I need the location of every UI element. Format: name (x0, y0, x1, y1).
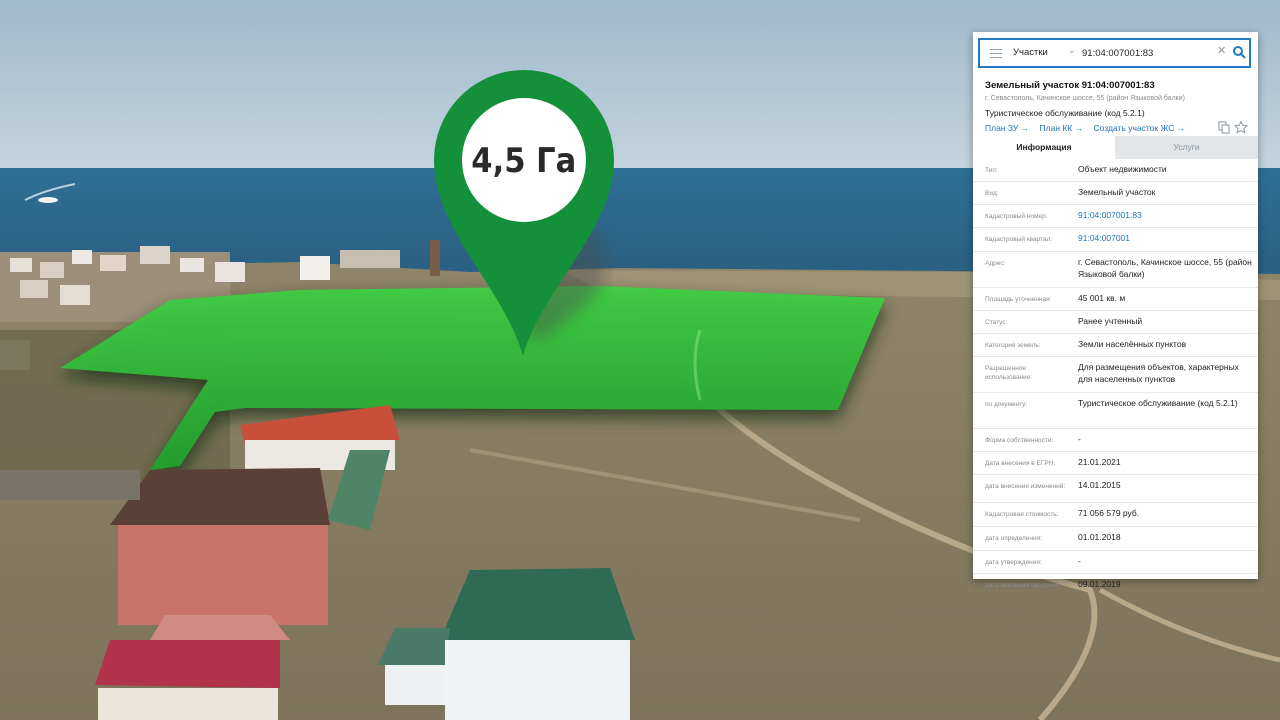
info-row: Разрешенное использование: Для размещени… (973, 357, 1258, 393)
info-row: дата утверждения: - (973, 551, 1258, 574)
object-use: Туристическое обслуживание (код 5.2.1) (985, 108, 1145, 118)
chevron-down-icon[interactable]: ⌄ (1068, 45, 1076, 56)
row-value: Земли населённых пунктов (1078, 339, 1187, 349)
row-label: дата определения: (985, 535, 1042, 542)
row-label: Дата внесения в ЕГРН: (985, 460, 1056, 467)
row-value: - (1078, 556, 1081, 566)
layer-select[interactable]: Участки (1013, 47, 1048, 58)
row-label: по документу: (985, 401, 1028, 408)
info-row: по документу: Туристическое обслуживание… (973, 393, 1258, 429)
row-value: - (1078, 434, 1081, 444)
create-parcel-link[interactable]: Создать участок ЖС → (1094, 123, 1186, 133)
row-label: Тип: (985, 167, 998, 174)
row-label: Адрес: (985, 260, 1006, 267)
object-address: г. Севастополь, Качинское шоссе, 55 (рай… (985, 95, 1185, 102)
row-value: 71 056 579 руб. (1078, 508, 1140, 518)
row-value: 45 001 кв. м (1078, 293, 1126, 303)
search-input[interactable] (1082, 44, 1212, 62)
row-label: Вид: (985, 190, 999, 197)
info-row: Форма собственности: - (973, 429, 1258, 452)
info-row: Площадь уточненная: 45 001 кв. м (973, 288, 1258, 311)
star-icon[interactable] (1233, 120, 1249, 134)
row-value: Туристическое обслуживание (код 5.2.1) (1078, 398, 1238, 408)
object-links: План ЗУ → План КК → Создать участок ЖС → (985, 123, 1193, 133)
row-label: Кадастровый квартал: (985, 236, 1053, 243)
menu-icon[interactable] (990, 49, 1002, 58)
row-value: Ранее учтенный (1078, 316, 1143, 326)
boat (38, 197, 58, 203)
row-label: Статус: (985, 319, 1008, 326)
info-row: Кадастровый номер: 91:04:007001:83 (973, 205, 1258, 228)
info-row: Категория земель: Земли населённых пункт… (973, 334, 1258, 357)
row-value: Объект недвижимости (1078, 164, 1167, 174)
info-row: Кадастровая стоимость: 71 056 579 руб. (973, 503, 1258, 527)
info-row: Тип: Объект недвижимости (973, 159, 1258, 182)
search-icon[interactable] (1232, 45, 1246, 59)
object-actions (1218, 120, 1249, 134)
info-row: дата внесения изменений: 14.01.2015 (973, 475, 1258, 503)
copy-icon[interactable] (1218, 121, 1230, 134)
row-label: Форма собственности: (985, 437, 1054, 444)
info-row: дата внесения сведений: 09.01.2019 (973, 574, 1258, 596)
row-label: Разрешенное использование: (985, 365, 1033, 381)
row-label: дата внесения сведений: (985, 582, 1061, 589)
row-value: Для размещения объектов, характерных для… (1078, 362, 1239, 384)
row-label: дата утверждения: (985, 559, 1042, 566)
tab-information[interactable]: Информация (973, 136, 1115, 159)
row-label: Кадастровая стоимость: (985, 511, 1059, 518)
cadastre-panel: Участки ⌄ ✕ Земельный участок 91:04:0070… (973, 32, 1258, 589)
row-value: 21.01.2021 (1078, 457, 1121, 467)
info-row: дата определения: 01.01.2018 (973, 527, 1258, 551)
row-label: Кадастровый номер: (985, 213, 1048, 220)
row-value: 09.01.2019 (1078, 579, 1121, 589)
cadastral-quarter-link[interactable]: 91:04:007001 (1078, 233, 1253, 245)
cadastral-number-link[interactable]: 91:04:007001:83 (1078, 210, 1253, 222)
row-value: 14.01.2015 (1078, 480, 1121, 490)
plan-kk-link[interactable]: План КК → (1040, 123, 1084, 133)
info-table: Тип: Объект недвижимости Вид: Земельный … (973, 159, 1258, 596)
info-row: Статус: Ранее учтенный (973, 311, 1258, 334)
search-bar: Участки ⌄ ✕ (978, 38, 1251, 68)
row-value: 01.01.2018 (1078, 532, 1121, 542)
info-row: Вид: Земельный участок (973, 182, 1258, 205)
plan-zu-link[interactable]: План ЗУ → (985, 123, 1029, 133)
panel-tabs: Информация Услуги (973, 136, 1258, 159)
marker-label: 4,5 Га (471, 140, 576, 180)
row-label: дата внесения изменений: (985, 483, 1066, 490)
info-row: Адрес: г. Севастополь, Качинское шоссе, … (973, 252, 1258, 288)
clear-icon[interactable]: ✕ (1217, 44, 1226, 57)
row-label: Категория земель: (985, 342, 1041, 349)
tab-services[interactable]: Услуги (1115, 136, 1258, 159)
row-value: г. Севастополь, Качинское шоссе, 55 (рай… (1078, 257, 1252, 279)
row-label: Площадь уточненная: (985, 296, 1052, 303)
info-row: Кадастровый квартал: 91:04:007001 (973, 228, 1258, 252)
row-value: Земельный участок (1078, 187, 1156, 197)
object-title: Земельный участок 91:04:007001:83 (985, 80, 1155, 91)
info-row: Дата внесения в ЕГРН: 21.01.2021 (973, 452, 1258, 475)
